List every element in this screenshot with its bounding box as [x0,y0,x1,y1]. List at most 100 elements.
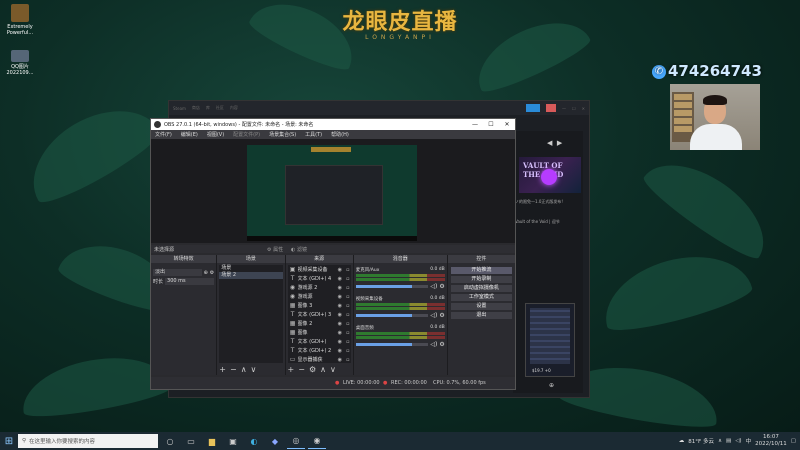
source-item[interactable]: ▦ 图像 ◉ ▫ [288,328,351,337]
lock-icon[interactable]: ▫ [345,339,351,345]
start-streaming-button[interactable]: 开始推流 [450,267,512,274]
remove-icon[interactable]: − [230,365,237,374]
menu-file[interactable]: 文件(F) [155,131,172,138]
lock-icon[interactable]: ▫ [345,330,351,336]
desktop-icon-game[interactable]: Extremely Powerful... [2,4,38,36]
start-recording-button[interactable]: 开始录制 [450,276,512,283]
source-item[interactable]: ▭ 显示器捕获 ◉ ▫ [288,355,351,364]
clock[interactable]: 16:07 2022/10/11 [755,434,787,448]
start-virtual-camera-button[interactable]: 启动虚拟摄像机 [450,285,512,292]
lock-icon[interactable]: ▫ [345,348,351,354]
file-explorer-icon[interactable]: ▆ [203,434,221,448]
minimize-button[interactable]: — [467,121,483,128]
menu-profile[interactable]: 配置文件(P) [233,131,260,138]
move-down-icon[interactable]: ∨ [330,365,336,374]
settings-button[interactable]: 设置 [450,303,512,310]
taskbar-search-box[interactable]: ⚲ 在这里输入你要搜索的内容 [18,434,158,448]
transition-select[interactable]: 淡出 [153,269,202,276]
speaker-icon[interactable]: ◁) [430,312,437,319]
visibility-eye-icon[interactable]: ◉ [337,357,343,363]
visibility-eye-icon[interactable]: ◉ [337,339,343,345]
notification-icon[interactable]: ▢ [791,438,796,444]
store-icon[interactable]: ▣ [224,434,242,448]
visibility-eye-icon[interactable]: ◉ [337,348,343,354]
gear-icon[interactable]: ⚙ [439,312,444,319]
move-down-icon[interactable]: ∨ [251,365,257,374]
weather-text[interactable]: 81°F 多云 [688,437,714,445]
menu-help[interactable]: 帮助(H) [331,131,349,138]
source-item[interactable]: T 文本 (GDI+) 3 ◉ ▫ [288,310,351,319]
obs-window[interactable]: OBS 27.0.1 (64-bit, windows) - 配置文件: 未命名… [150,118,516,390]
visibility-eye-icon[interactable]: ◉ [337,312,343,318]
game-card-art[interactable]: $19.7 +0 [525,303,575,377]
duration-input[interactable]: 300 ms [165,278,215,285]
visibility-eye-icon[interactable]: ◉ [337,267,343,273]
visibility-eye-icon[interactable]: ◉ [337,276,343,282]
lock-icon[interactable]: ▫ [345,285,351,291]
lock-icon[interactable]: ▫ [345,312,351,318]
source-item[interactable]: T 文本 (GDI+) ◉ ▫ [288,337,351,346]
filters-button[interactable]: ◐ 滤镜 [291,246,307,253]
obs-taskbar-icon[interactable]: ◉ [308,434,326,449]
remove-icon[interactable]: − [298,365,305,374]
ime-indicator[interactable]: 中 [746,437,752,445]
scene-item[interactable]: 场景 2 [219,272,283,279]
menu-edit[interactable]: 编辑(E) [181,131,198,138]
weather-icon[interactable]: ☁ [679,438,685,444]
speaker-icon[interactable]: ◁) [430,283,437,290]
menu-tools[interactable]: 工具(T) [305,131,322,138]
maximize-button[interactable]: ☐ [483,121,499,128]
menu-view[interactable]: 视图(V) [207,131,224,138]
app-icon[interactable]: ◆ [266,434,284,448]
volume-slider[interactable] [355,314,429,317]
scene-item[interactable]: 场景 [219,265,282,272]
add-icon[interactable]: + [288,365,295,374]
steam-taskbar-icon[interactable]: ◎ [287,434,305,449]
volume-icon[interactable]: ◁) [735,438,741,444]
visibility-eye-icon[interactable]: ◉ [337,330,343,336]
move-up-icon[interactable]: ∧ [241,365,247,374]
lock-icon[interactable]: ▫ [345,294,351,300]
visibility-eye-icon[interactable]: ◉ [337,285,343,291]
steam-notify-button[interactable] [526,104,541,112]
steam-avatar[interactable] [546,104,557,112]
move-up-icon[interactable]: ∧ [320,365,326,374]
gear-icon[interactable]: ⚙ [439,341,444,348]
gear-icon[interactable]: ⚙ [439,283,444,290]
speaker-icon[interactable]: ◁) [430,341,437,348]
gear-icon[interactable]: ⚙ [210,270,214,276]
add-icon[interactable]: + [219,365,226,374]
properties-button[interactable]: ⚙ 属性 [267,246,283,253]
task-view-icon[interactable]: ○ [161,434,179,448]
add-circle-icon[interactable]: ⊕ [549,382,554,389]
exit-button[interactable]: 退出 [450,312,512,319]
lock-icon[interactable]: ▫ [345,267,351,273]
carousel-arrows[interactable]: ◀ ▶ [547,139,562,147]
source-item[interactable]: T 文本 (GDI+) 4 ◉ ▫ [288,274,351,283]
widgets-icon[interactable]: ▭ [182,434,200,448]
lock-icon[interactable]: ▫ [345,357,351,363]
source-item[interactable]: ▣ 视频采集设备 ◉ ▫ [288,265,351,274]
close-button[interactable]: ✕ [499,121,515,128]
add-transition-icon[interactable]: ⊕ [204,270,208,276]
network-icon[interactable]: ▤ [726,438,731,444]
program-preview[interactable] [247,145,417,241]
desktop-icon-image[interactable]: QQ图片 2022109... [2,50,38,76]
edge-browser-icon[interactable]: ◐ [245,434,263,448]
windows-start-icon[interactable]: ⊞ [0,436,18,447]
source-item[interactable]: T 文本 (GDI+) 2 ◉ ▫ [288,346,351,355]
game-banner[interactable]: VAULT OF THE VOID [519,157,581,193]
menu-scene-collection[interactable]: 场景集合(S) [269,131,296,138]
lock-icon[interactable]: ▫ [345,303,351,309]
lock-icon[interactable]: ▫ [345,276,351,282]
studio-mode-button[interactable]: 工作室模式 [450,294,512,301]
source-item[interactable]: ▦ 图像 2 ◉ ▫ [288,319,351,328]
tray-overflow-icon[interactable]: ∧ [718,438,722,444]
source-item[interactable]: ◉ 游戏源 ◉ ▫ [288,292,351,301]
visibility-eye-icon[interactable]: ◉ [337,321,343,327]
gear-icon[interactable]: ⚙ [309,365,316,374]
visibility-eye-icon[interactable]: ◉ [337,303,343,309]
lock-icon[interactable]: ▫ [345,321,351,327]
volume-slider[interactable] [355,285,429,288]
source-item[interactable]: ▦ 图像 3 ◉ ▫ [288,301,351,310]
